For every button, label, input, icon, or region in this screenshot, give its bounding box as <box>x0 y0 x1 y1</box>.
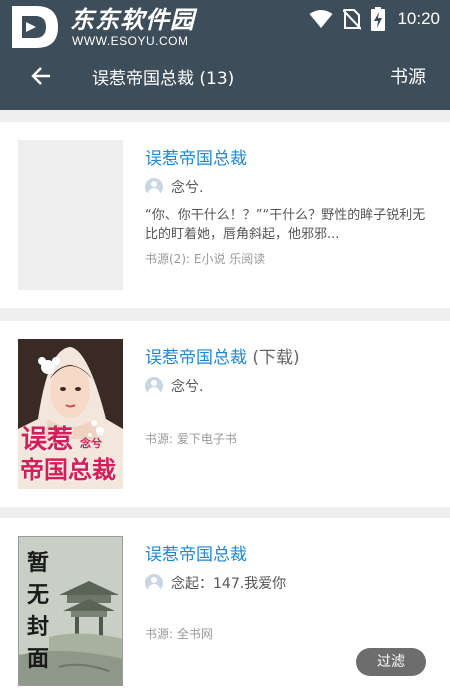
book-title-suffix: (下载) <box>247 348 300 368</box>
toolbar-title: 误惹帝国总裁 (13) <box>92 69 235 89</box>
book-cover-author: 念兮 <box>80 437 102 450</box>
arrow-left-icon <box>31 67 50 85</box>
battery-charging-icon <box>371 7 386 31</box>
watermark-title: 东东软件园 <box>70 5 195 34</box>
author-avatar-icon <box>145 377 163 395</box>
book-cover-text: 误惹 帝国总裁 <box>20 425 116 484</box>
book-title-text: 误惹帝国总裁 <box>145 545 247 565</box>
author-row: 念起：147.我爱你 <box>145 572 286 594</box>
book-source: 书源(2): E小说 乐阅读 <box>145 252 266 266</box>
watermark-url: WWW.ESOYU.COM <box>72 34 189 48</box>
book-source-button[interactable]: 书源 <box>390 63 426 89</box>
wifi-icon <box>309 10 333 28</box>
book-cover-blank <box>18 140 123 290</box>
author-name: 念兮. <box>171 379 204 395</box>
search-result-list[interactable]: 误惹帝国总裁 念兮. “你、你干什么！？”“干什么？野性的眸子锐利无比的盯着她，… <box>0 122 450 700</box>
book-intro: “你、你干什么！？”“干什么？野性的眸子锐利无比的盯着她，唇角斜起，他邪邪... <box>145 208 426 242</box>
book-cover-placeholder: 暂 无 封 面 <box>18 536 123 686</box>
back-button[interactable] <box>26 60 58 92</box>
book-title[interactable]: 误惹帝国总裁 <box>145 540 247 565</box>
book-title[interactable]: 误惹帝国总裁 (下载) <box>145 343 300 368</box>
book-source: 书源: 爱下电子书 <box>145 432 237 446</box>
book-cover-image: 误惹 帝国总裁 念兮 <box>18 339 123 489</box>
book-title-text: 误惹帝国总裁 <box>145 149 247 169</box>
book-source: 书源: 全书网 <box>145 627 213 641</box>
author-row: 念兮. <box>145 176 203 198</box>
no-sim-icon <box>343 9 362 30</box>
filter-button[interactable]: 过滤 <box>356 648 426 676</box>
result-card[interactable]: 误惹帝国总裁 念兮. “你、你干什么！？”“干什么？野性的眸子锐利无比的盯着她，… <box>0 122 450 308</box>
author-name: 念起：147.我爱你 <box>171 576 287 592</box>
author-name: 念兮. <box>171 180 204 196</box>
result-card[interactable]: 误惹 帝国总裁 念兮 误惹帝国总裁 (下载) 念兮. 书源: 爱下电子书 <box>0 321 450 507</box>
book-title[interactable]: 误惹帝国总裁 <box>145 144 247 169</box>
no-cover-text: 暂 无 封 面 <box>27 550 50 672</box>
watermark-logo-icon <box>12 6 58 48</box>
status-icons: 10:20 <box>309 6 440 32</box>
watermark: 东东软件园 WWW.ESOYU.COM <box>4 0 214 56</box>
author-row: 念兮. <box>145 375 203 397</box>
book-title-text: 误惹帝国总裁 <box>145 348 247 368</box>
author-avatar-icon <box>145 178 163 196</box>
app-bar: 10:20 东东软件园 WWW.ESOYU.COM 误惹帝国总裁 (13) 书源 <box>0 0 450 110</box>
status-time: 10:20 <box>397 9 440 28</box>
toolbar: 误惹帝国总裁 (13) 书源 <box>0 56 450 96</box>
author-avatar-icon <box>145 574 163 592</box>
